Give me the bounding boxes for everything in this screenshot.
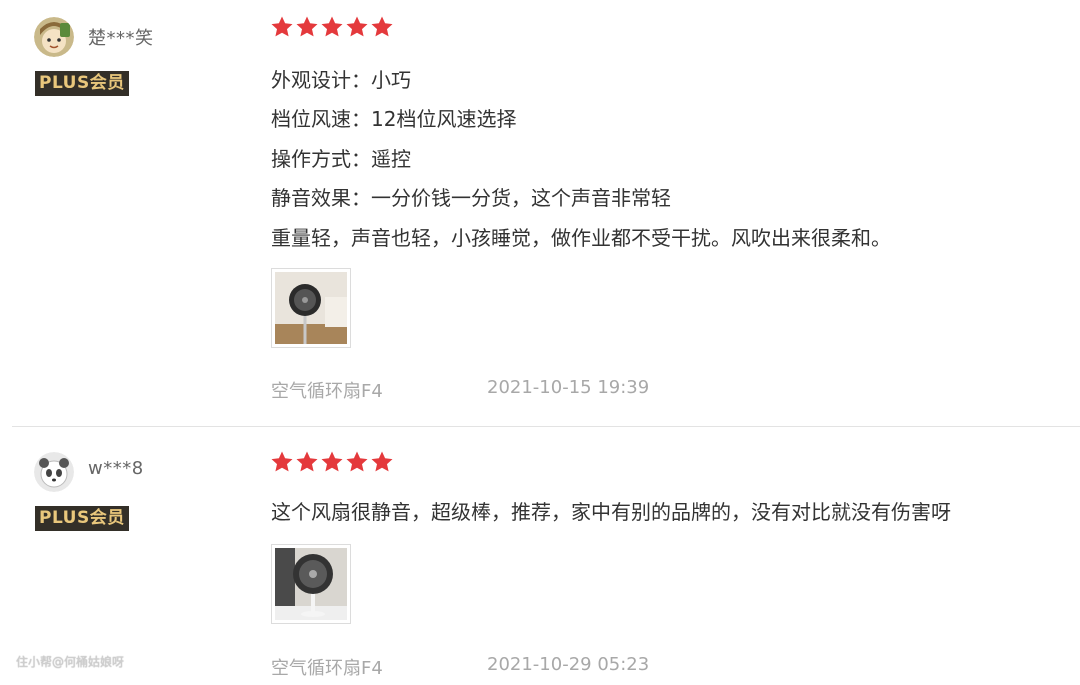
username: 楚***笑 <box>88 28 154 49</box>
review-date: 2021-10-29 05:23 <box>487 654 650 675</box>
star-icon <box>271 451 293 472</box>
review-date: 2021-10-15 19:39 <box>487 377 650 398</box>
review-photo-thumbnail[interactable] <box>271 544 351 624</box>
review-text-line: 静音效果：一分价钱一分货，这个声音非常轻 <box>271 186 671 210</box>
username: w***8 <box>88 458 144 479</box>
star-rating <box>270 15 394 39</box>
avatar[interactable] <box>34 452 74 492</box>
plus-member-badge: PLUS会员 <box>35 506 129 531</box>
star-icon <box>296 16 318 37</box>
review-item: 楚***笑 PLUS会员 外观设计：小巧 档位风速：12档位风速选择 操作方式：… <box>0 0 1080 427</box>
star-icon <box>321 16 343 37</box>
star-icon <box>346 451 368 472</box>
review-text-line: 外观设计：小巧 <box>271 68 411 92</box>
avatar[interactable] <box>34 17 74 57</box>
star-icon <box>321 451 343 472</box>
star-icon <box>271 16 293 37</box>
star-icon <box>346 16 368 37</box>
star-icon <box>371 16 393 37</box>
review-text-line: 档位风速：12档位风速选择 <box>271 107 517 131</box>
plus-member-badge: PLUS会员 <box>35 71 129 96</box>
product-variant: 空气循环扇F4 <box>271 658 383 679</box>
star-icon <box>371 451 393 472</box>
review-text-line: 这个风扇很静音，超级棒，推荐，家中有别的品牌的，没有对比就没有伤害呀 <box>271 500 951 524</box>
divider <box>12 426 1080 427</box>
watermark: 住小帮@何桶姑娘呀 <box>16 655 125 669</box>
review-photo-thumbnail[interactable] <box>271 268 351 348</box>
star-rating <box>270 450 394 474</box>
review-text-line: 重量轻，声音也轻，小孩睡觉，做作业都不受干扰。风吹出来很柔和。 <box>271 226 891 250</box>
product-variant: 空气循环扇F4 <box>271 381 383 402</box>
review-item: w***8 PLUS会员 这个风扇很静音，超级棒，推荐，家中有别的品牌的，没有对… <box>0 428 1080 685</box>
review-text-line: 操作方式：遥控 <box>271 147 411 171</box>
star-icon <box>296 451 318 472</box>
